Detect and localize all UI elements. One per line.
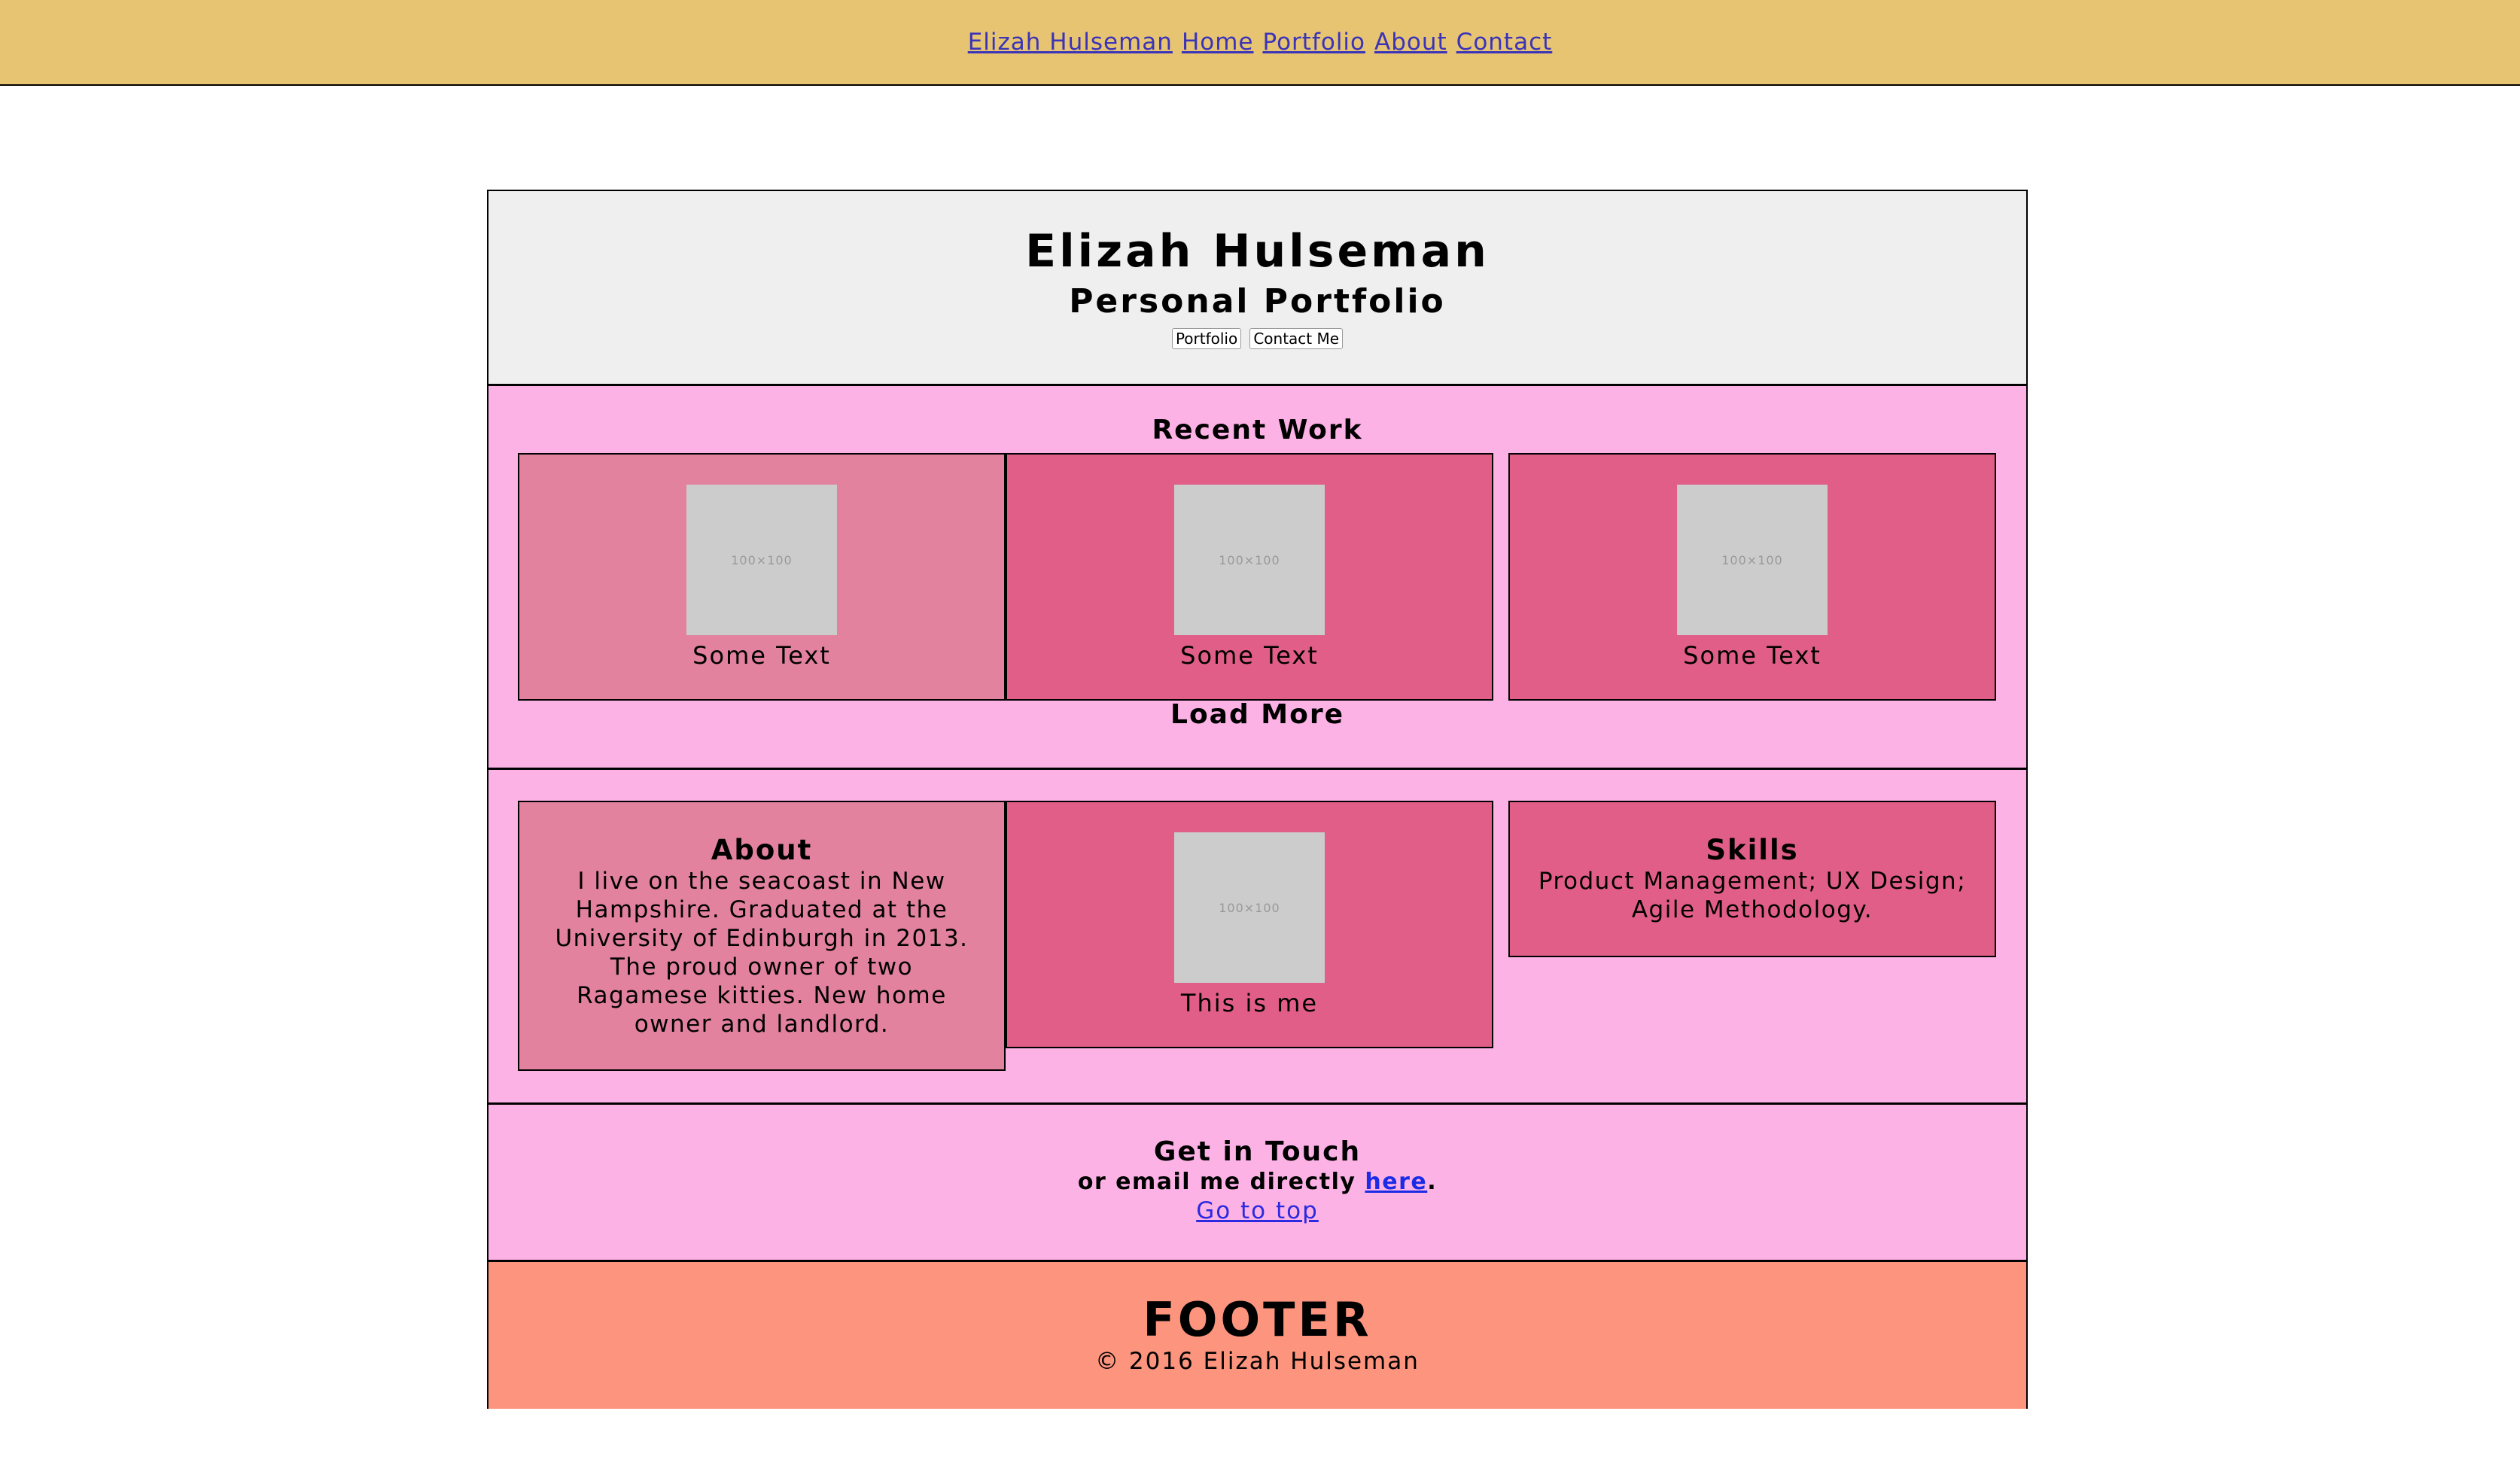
nav-brand-link[interactable]: Elizah Hulseman <box>968 29 1173 56</box>
email-suffix: . <box>1427 1169 1438 1195</box>
nav-link-contact[interactable]: Contact <box>1456 29 1553 56</box>
top-nav-bar: Elizah Hulseman Home Portfolio About Con… <box>0 0 2520 86</box>
about-section: About I live on the seacoast in New Hamp… <box>488 770 2026 1105</box>
skills-title: Skills <box>1706 834 1799 866</box>
recent-work-title: Recent Work <box>1152 415 1363 446</box>
work-card-caption: Some Text <box>1683 641 1822 670</box>
work-card-caption: Some Text <box>1180 641 1319 670</box>
portfolio-button[interactable]: Portfolio <box>1171 328 1242 349</box>
nav-link-about[interactable]: About <box>1374 29 1447 56</box>
page-container: Elizah Hulseman Personal Portfolio Portf… <box>487 190 2028 1409</box>
contact-section: Get in Touch or email me directly here. … <box>488 1105 2026 1262</box>
work-card[interactable]: 100×100 Some Text <box>1006 453 1493 701</box>
hero-section: Elizah Hulseman Personal Portfolio Portf… <box>488 191 2026 386</box>
profile-photo-placeholder: 100×100 <box>1174 832 1325 983</box>
recent-work-section: Recent Work 100×100 Some Text 100×100 So… <box>488 386 2026 770</box>
skills-card: Skills Product Management; UX Design; Ag… <box>1508 801 1996 957</box>
photo-caption: This is me <box>1180 989 1319 1017</box>
email-prefix: or email me directly <box>1077 1169 1365 1195</box>
footer-title: FOOTER <box>1143 1292 1372 1347</box>
email-line: or email me directly here. <box>488 1168 2026 1197</box>
go-to-top-link[interactable]: Go to top <box>1196 1197 1319 1224</box>
contact-me-button[interactable]: Contact Me <box>1249 328 1344 349</box>
hero-subtitle: Personal Portfolio <box>1069 282 1446 321</box>
email-here-link[interactable]: here <box>1365 1169 1427 1195</box>
work-image-placeholder: 100×100 <box>686 485 837 635</box>
photo-card: 100×100 This is me <box>1006 801 1493 1048</box>
about-text: I live on the seacoast in New Hampshire.… <box>555 868 969 1038</box>
work-card[interactable]: 100×100 Some Text <box>1508 453 1996 701</box>
work-image-placeholder: 100×100 <box>1174 485 1325 635</box>
skills-text: Product Management; UX Design; Agile Met… <box>1538 868 1967 923</box>
hero-title: Elizah Hulseman <box>1025 225 1490 278</box>
hero-buttons: Portfolio Contact Me <box>488 328 2026 349</box>
work-card-caption: Some Text <box>692 641 831 670</box>
footer: FOOTER © 2016 Elizah Hulseman <box>488 1262 2026 1409</box>
nav-link-portfolio[interactable]: Portfolio <box>1262 29 1365 56</box>
about-title: About <box>711 834 813 866</box>
contact-title: Get in Touch <box>1153 1136 1362 1167</box>
work-image-placeholder: 100×100 <box>1677 485 1828 635</box>
nav-link-home[interactable]: Home <box>1182 29 1254 56</box>
work-card[interactable]: 100×100 Some Text <box>518 453 1006 701</box>
load-more-button[interactable]: Load More <box>488 699 2026 730</box>
footer-copyright: © 2016 Elizah Hulseman <box>1095 1348 1420 1375</box>
about-card: About I live on the seacoast in New Hamp… <box>518 801 1006 1071</box>
